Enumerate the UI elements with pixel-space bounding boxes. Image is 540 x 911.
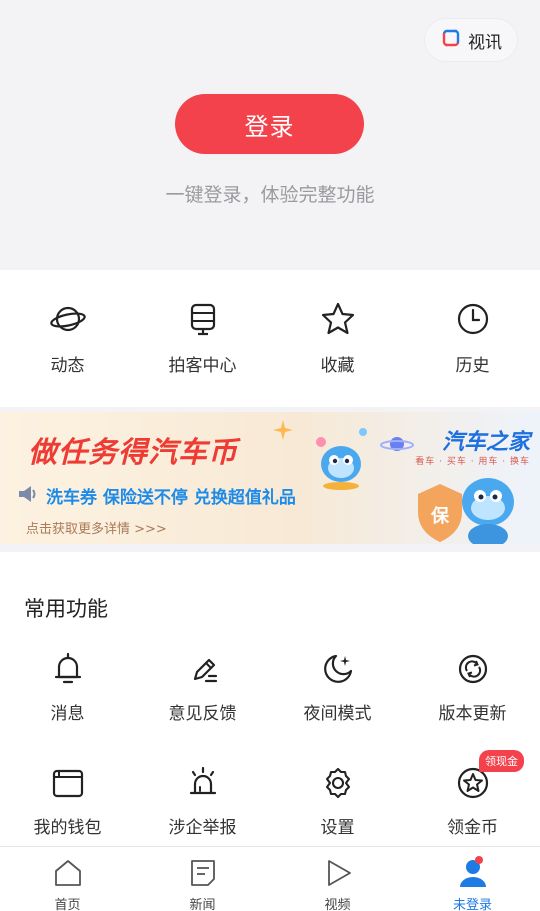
tab-video[interactable]: 视频 xyxy=(270,847,405,911)
common-functions-section: 常用功能 消息 意见反馈 夜间模式 版本更新 我的钱包 涉企举报 设置 领现金 … xyxy=(0,552,540,846)
notification-dot xyxy=(475,856,483,864)
bottom-tab-bar: 首页 新闻 视频 未登录 xyxy=(0,846,540,911)
bell-icon xyxy=(51,652,85,690)
quick-item-dynamic[interactable]: 动态 xyxy=(0,270,135,407)
function-row: 我的钱包 涉企举报 设置 领现金 领金币 xyxy=(0,750,540,838)
function-label: 我的钱包 xyxy=(33,818,102,838)
banner-hint: 点击获取更多详情 >>> xyxy=(26,522,167,537)
alarm-icon xyxy=(186,766,220,804)
video-chip-label: 视讯 xyxy=(468,32,502,53)
tab-label: 未登录 xyxy=(452,898,492,911)
function-feedback[interactable]: 意见反馈 xyxy=(135,652,270,724)
tab-label: 首页 xyxy=(54,898,81,911)
function-label: 消息 xyxy=(50,704,85,724)
section-title: 常用功能 xyxy=(24,597,108,621)
gear-icon xyxy=(321,766,355,804)
clock-icon xyxy=(455,301,491,341)
quick-item-label: 拍客中心 xyxy=(168,356,237,376)
quick-item-label: 收藏 xyxy=(320,356,355,376)
function-messages[interactable]: 消息 xyxy=(0,652,135,724)
function-label: 涉企举报 xyxy=(168,818,237,838)
login-button[interactable]: 登录 xyxy=(175,94,364,154)
login-subtitle: 一键登录，体验完整功能 xyxy=(165,184,375,206)
banner-brand-sub: 看车 · 买车 · 用车 · 换车 xyxy=(415,457,530,467)
banner-subline: 洗车券 保险送不停 兑换超值礼品 xyxy=(46,488,296,508)
quick-item-creator-center[interactable]: 拍客中心 xyxy=(135,270,270,407)
video-chip-button[interactable]: 视讯 xyxy=(424,18,518,62)
speaker-icon xyxy=(16,482,40,510)
tab-news[interactable]: 新闻 xyxy=(135,847,270,911)
moon-icon xyxy=(321,652,355,690)
video-chat-icon xyxy=(440,27,462,53)
user-icon xyxy=(458,858,488,892)
wallet-icon xyxy=(51,766,85,804)
function-label: 夜间模式 xyxy=(303,704,372,724)
shield-char: 保 xyxy=(430,505,450,527)
sparkle-icon xyxy=(273,420,293,444)
refresh-icon xyxy=(456,652,490,690)
function-night-mode[interactable]: 夜间模式 xyxy=(270,652,405,724)
tab-profile[interactable]: 未登录 xyxy=(405,847,540,911)
function-settings[interactable]: 设置 xyxy=(270,766,405,838)
quick-item-history[interactable]: 历史 xyxy=(405,270,540,407)
quick-actions: 动态 拍客中心 收藏 历史 xyxy=(0,270,540,407)
profile-header: 视讯 登录 一键登录，体验完整功能 xyxy=(0,0,540,270)
pen-icon xyxy=(186,652,220,690)
mascot-icon xyxy=(305,422,375,496)
function-label: 版本更新 xyxy=(438,704,507,724)
function-version-update[interactable]: 版本更新 xyxy=(405,652,540,724)
planet-deco-icon xyxy=(380,434,414,458)
quick-item-label: 历史 xyxy=(455,356,490,376)
function-label: 意见反馈 xyxy=(168,704,237,724)
news-icon xyxy=(188,858,218,892)
play-icon xyxy=(323,858,353,892)
promo-banner[interactable]: 做任务得汽车币 洗车券 保险送不停 兑换超值礼品 点击获取更多详情 >>> 汽车… xyxy=(0,412,540,544)
banner-title: 做任务得汽车币 xyxy=(28,435,239,469)
function-earn-coins[interactable]: 领现金 领金币 xyxy=(405,750,540,838)
function-wallet[interactable]: 我的钱包 xyxy=(0,766,135,838)
home-icon xyxy=(53,858,83,892)
tab-label: 新闻 xyxy=(189,898,216,911)
star-icon xyxy=(320,301,356,341)
device-icon xyxy=(185,301,221,341)
function-row: 消息 意见反馈 夜间模式 版本更新 xyxy=(0,652,540,724)
tab-home[interactable]: 首页 xyxy=(0,847,135,911)
function-report[interactable]: 涉企举报 xyxy=(135,766,270,838)
planet-icon xyxy=(49,301,86,341)
function-label: 领金币 xyxy=(447,818,498,838)
tab-label: 视频 xyxy=(324,898,351,911)
function-label: 设置 xyxy=(320,818,355,838)
mascot-shield-icon: 保 xyxy=(412,472,532,544)
cash-badge: 领现金 xyxy=(479,750,524,772)
banner-brand: 汽车之家 xyxy=(441,430,530,455)
quick-item-label: 动态 xyxy=(50,356,85,376)
quick-item-favorites[interactable]: 收藏 xyxy=(270,270,405,407)
